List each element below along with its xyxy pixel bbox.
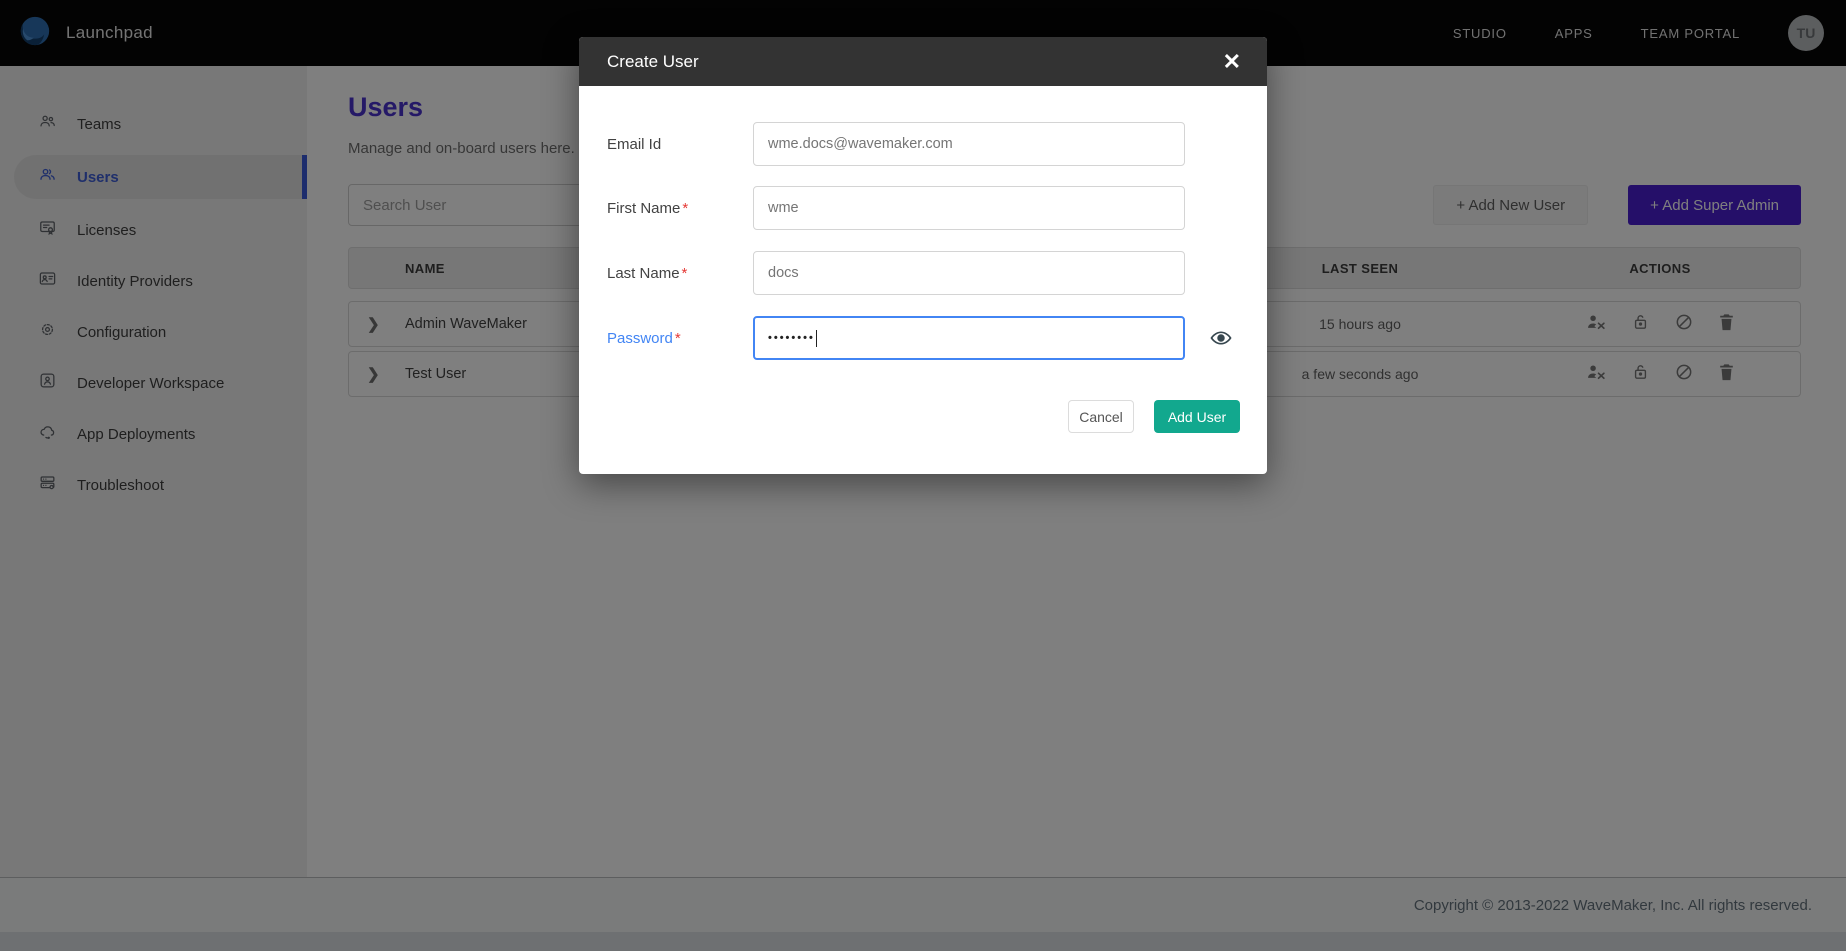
- email-label: Email Id: [607, 136, 661, 153]
- show-password-eye-icon[interactable]: [1209, 326, 1233, 355]
- last-name-label: Last Name*: [607, 265, 687, 282]
- required-asterisk: *: [682, 200, 688, 217]
- password-field[interactable]: ••••••••: [753, 316, 1185, 360]
- add-user-button[interactable]: Add User: [1154, 400, 1240, 433]
- first-name-field[interactable]: [753, 186, 1185, 230]
- close-icon[interactable]: ✕: [1223, 51, 1241, 73]
- first-name-label: First Name*: [607, 200, 688, 217]
- password-label: Password*: [607, 330, 681, 347]
- masked-password-value: ••••••••: [768, 332, 815, 344]
- text-cursor: [816, 330, 818, 347]
- last-name-field[interactable]: [753, 251, 1185, 295]
- required-asterisk: *: [682, 265, 688, 282]
- create-user-modal: Create User ✕ Email Id First Name* Last …: [579, 37, 1267, 474]
- password-row: Password* ••••••••: [579, 316, 1267, 360]
- modal-title: Create User: [607, 52, 699, 72]
- required-asterisk: *: [675, 330, 681, 347]
- cancel-button[interactable]: Cancel: [1068, 400, 1134, 433]
- modal-actions: Cancel Add User: [1068, 400, 1240, 433]
- last-name-row: Last Name*: [579, 251, 1267, 295]
- launchpad-app: Launchpad STUDIO APPS TEAM PORTAL TU Tea…: [0, 0, 1846, 951]
- email-row: Email Id: [579, 122, 1267, 166]
- email-field[interactable]: [753, 122, 1185, 166]
- first-name-row: First Name*: [579, 186, 1267, 230]
- modal-header: Create User ✕: [579, 37, 1267, 86]
